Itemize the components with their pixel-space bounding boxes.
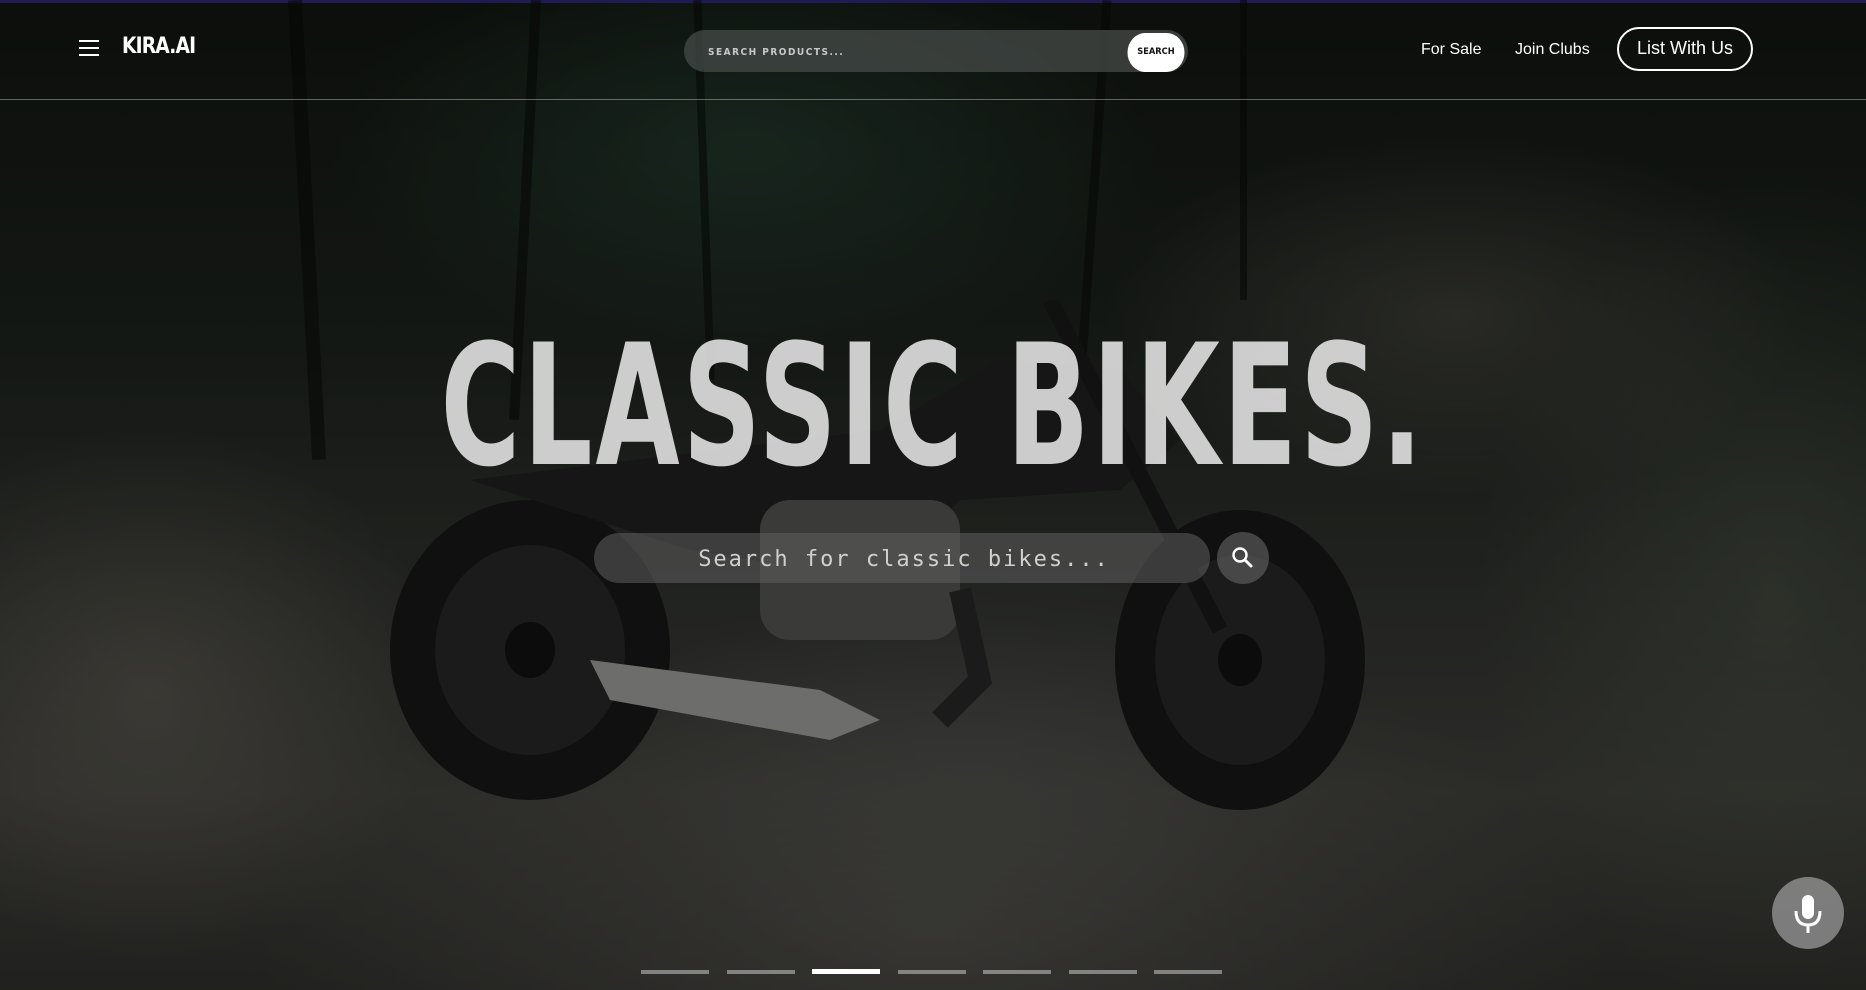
hero-search-button[interactable] — [1217, 532, 1269, 584]
microphone-icon — [1794, 895, 1822, 933]
carousel-indicator[interactable] — [1154, 970, 1222, 974]
hamburger-menu-icon[interactable] — [79, 40, 99, 56]
hero-search-bar — [594, 533, 1214, 585]
voice-search-button[interactable] — [1772, 877, 1844, 949]
hero-section: KIRA.AI SEARCH For Sale Join Clubs List … — [0, 0, 1866, 990]
site-logo[interactable]: KIRA.AI — [122, 34, 196, 59]
carousel-indicator[interactable] — [898, 970, 966, 974]
carousel-indicators — [641, 969, 1223, 975]
header-search-input[interactable] — [706, 42, 1090, 62]
magnifier-icon — [1232, 547, 1253, 568]
header-search-button[interactable]: SEARCH — [1127, 33, 1185, 72]
hero-headline: CLASSIC BIKES. — [440, 308, 1426, 504]
header-search-bar: SEARCH — [684, 30, 1188, 72]
nav-link-for-sale[interactable]: For Sale — [1421, 41, 1481, 59]
list-with-us-button[interactable]: List With Us — [1617, 27, 1753, 71]
hero-search-input[interactable] — [594, 533, 1214, 585]
nav-link-join-clubs[interactable]: Join Clubs — [1515, 41, 1590, 59]
carousel-indicator-active[interactable] — [812, 969, 880, 974]
carousel-indicator[interactable] — [1069, 970, 1137, 974]
top-navigation-bar: KIRA.AI SEARCH For Sale Join Clubs List … — [0, 0, 1866, 100]
carousel-indicator[interactable] — [727, 970, 795, 974]
carousel-indicator[interactable] — [641, 970, 709, 974]
carousel-indicator[interactable] — [983, 970, 1051, 974]
